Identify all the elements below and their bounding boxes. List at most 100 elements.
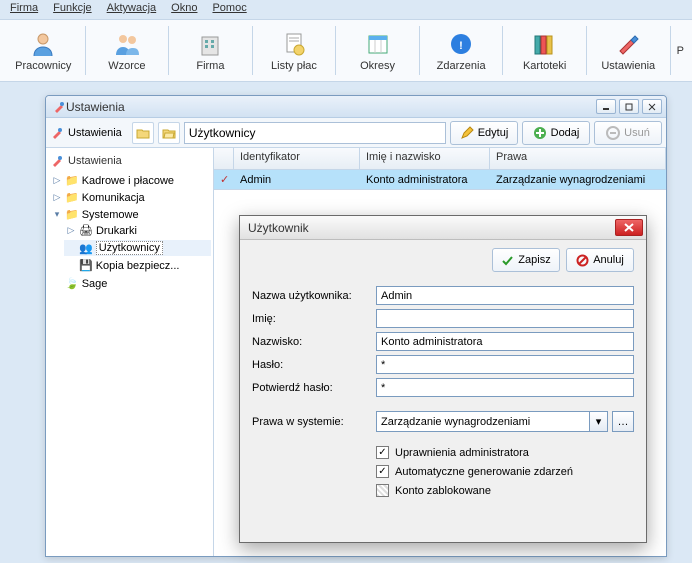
lastname-field[interactable] [376, 332, 634, 351]
toolbar-label: Zdarzenia [437, 60, 486, 72]
toolbar-wzorce[interactable]: Wzorce [86, 22, 169, 79]
rights-combo[interactable] [376, 411, 590, 432]
printer-icon: 🖨 [79, 224, 93, 237]
toolbar-zdarzenia[interactable]: ! Zdarzenia [420, 22, 503, 79]
toolbar-label: Wzorce [108, 60, 145, 72]
cell-name: Konto administratora [360, 172, 490, 188]
tree-root-label[interactable]: Ustawienia [68, 155, 122, 167]
tools-icon [612, 30, 644, 58]
tree-item-uzytkownicy[interactable]: 👥Użytkownicy [64, 240, 211, 256]
username-field[interactable] [376, 286, 634, 305]
delete-button[interactable]: Usuń [594, 121, 662, 145]
menu-funkcje[interactable]: Funkcje [48, 1, 97, 18]
autogen-checkbox[interactable]: ✓ [376, 465, 389, 478]
building-icon [194, 30, 226, 58]
grid-col-rights[interactable]: Prawa [490, 148, 666, 169]
admin-checkbox[interactable]: ✓ [376, 446, 389, 459]
plus-icon [533, 126, 547, 140]
row-marker-icon: ✓ [214, 171, 234, 188]
admin-label: Uprawnienia administratora [395, 447, 529, 459]
calendar-icon [362, 30, 394, 58]
folder-icon: 📁 [65, 174, 79, 187]
disk-icon: 💾 [79, 259, 93, 272]
toolbar-more[interactable]: P [671, 22, 690, 79]
close-button[interactable] [642, 99, 662, 114]
button-label: Usuń [624, 127, 650, 139]
folder-icon: 📁 [65, 208, 79, 221]
toolbar-kartoteki[interactable]: Kartoteki [503, 22, 586, 79]
tree-pane: Ustawienia ▷📁Kadrowe i płacowe ▷📁Komunik… [46, 148, 214, 556]
grid-col-name[interactable]: Imię i nazwisko [360, 148, 490, 169]
person-icon [27, 30, 59, 58]
grid-col-id[interactable]: Identyfikator [234, 148, 360, 169]
minimize-button[interactable] [596, 99, 616, 114]
tree-item-kadrowe[interactable]: ▷📁Kadrowe i płacowe [50, 173, 211, 188]
save-button[interactable]: Zapisz [492, 248, 560, 272]
tree-item-systemowe[interactable]: ▾📁Systemowe [50, 207, 211, 222]
toolbar-label: Pracownicy [15, 60, 71, 72]
folder-up-button[interactable] [132, 122, 154, 144]
cancel-button[interactable]: Anuluj [566, 248, 634, 272]
toolbar-pracownicy[interactable]: Pracownicy [2, 22, 85, 79]
locked-label: Konto zablokowane [395, 485, 491, 497]
maximize-button[interactable] [619, 99, 639, 114]
close-icon [624, 223, 634, 232]
tree-item-sage[interactable]: 🍃Sage [50, 276, 211, 291]
menu-firma[interactable]: Firma [5, 1, 43, 18]
toolbar-label: Firma [196, 60, 224, 72]
add-button[interactable]: Dodaj [522, 121, 590, 145]
password-field[interactable] [376, 355, 634, 374]
window-title: Ustawienia [66, 100, 593, 114]
grid-header: Identyfikator Imię i nazwisko Prawa [214, 148, 666, 170]
table-row[interactable]: ✓ Admin Konto administratora Zarządzanie… [214, 170, 666, 190]
menu-okno[interactable]: Okno [166, 1, 202, 18]
dialog-titlebar[interactable]: Użytkownik [240, 216, 646, 240]
autogen-label: Automatyczne generowanie zdarzeń [395, 466, 573, 478]
grid-col-marker[interactable] [214, 148, 234, 169]
toolbar-label: Listy płac [271, 60, 317, 72]
firstname-field[interactable] [376, 309, 634, 328]
svg-text:!: ! [459, 40, 463, 52]
confirm-label: Potwierdź hasło: [252, 382, 376, 394]
main-toolbar: Pracownicy Wzorce Firma Listy płac Okres… [0, 19, 692, 82]
button-label: Edytuj [478, 127, 509, 139]
folder-open-button[interactable] [158, 122, 180, 144]
locked-checkbox[interactable] [376, 484, 389, 497]
menu-aktywacja[interactable]: Aktywacja [102, 1, 162, 18]
password-label: Hasło: [252, 359, 376, 371]
edit-button[interactable]: Edytuj [450, 121, 518, 145]
toolbar-ustawienia[interactable]: Ustawienia [587, 22, 670, 79]
toolbar-label: Ustawienia [601, 60, 655, 72]
tree-item-kopia[interactable]: 💾Kopia bezpiecz... [64, 258, 211, 273]
rights-dropdown-button[interactable]: ▾ [590, 411, 608, 432]
forbidden-icon [576, 254, 589, 267]
settings-tree: ▷📁Kadrowe i płacowe ▷📁Komunikacja ▾📁Syst… [48, 172, 211, 292]
rights-browse-button[interactable]: … [612, 411, 634, 432]
binders-icon [529, 30, 561, 58]
people-icon [111, 30, 143, 58]
breadcrumb-input[interactable] [184, 122, 446, 144]
lastname-label: Nazwisko: [252, 336, 376, 348]
username-label: Nazwa użytkownika: [252, 290, 376, 302]
users-icon: 👥 [79, 242, 93, 255]
toolbar-listy-plac[interactable]: Listy płac [253, 22, 336, 79]
menu-pomoc[interactable]: Pomoc [207, 1, 251, 18]
ellipsis-icon: … [618, 416, 629, 428]
tree-item-drukarki[interactable]: ▷🖨Drukarki [64, 223, 211, 238]
button-label: Zapisz [518, 254, 550, 266]
window-titlebar[interactable]: Ustawienia [46, 96, 666, 118]
dialog-close-button[interactable] [615, 219, 643, 236]
toolbar-okresy[interactable]: Okresy [336, 22, 419, 79]
toolbar-firma[interactable]: Firma [169, 22, 252, 79]
inner-toolbar: Ustawienia Edytuj Dodaj Usuń [46, 118, 666, 148]
chevron-down-icon: ▾ [596, 415, 602, 428]
firstname-label: Imię: [252, 313, 376, 325]
leaf-icon: 🍃 [65, 277, 79, 290]
user-dialog: Użytkownik Zapisz Anuluj Nazwa użytkowni… [239, 215, 647, 543]
confirm-password-field[interactable] [376, 378, 634, 397]
document-coin-icon [278, 30, 310, 58]
tree-item-komunikacja[interactable]: ▷📁Komunikacja [50, 190, 211, 205]
menu-bar: Firma Funkcje Aktywacja Okno Pomoc [0, 0, 692, 19]
cell-rights: Zarządzanie wynagrodzeniami [490, 172, 666, 188]
toolbar-label: Okresy [360, 60, 395, 72]
